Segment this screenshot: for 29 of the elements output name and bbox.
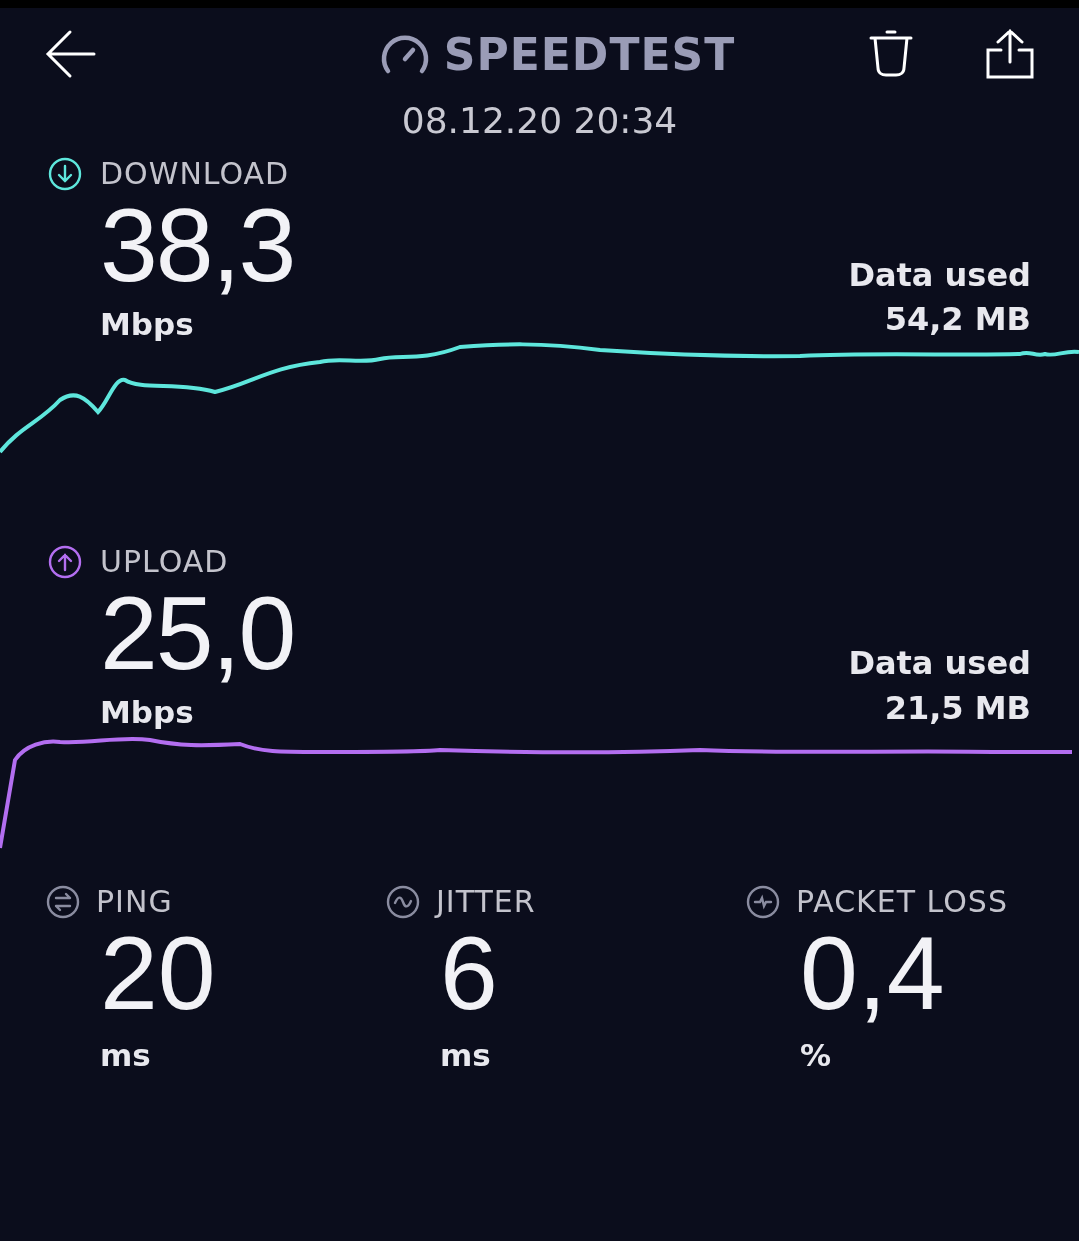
arrows-icon bbox=[46, 884, 80, 919]
speed-value: 25,0 bbox=[100, 579, 295, 689]
metric-value: 6 bbox=[440, 919, 498, 1029]
data-used-label: Data used bbox=[848, 254, 1031, 296]
data-used-value: 21,5 MB bbox=[883, 687, 1031, 729]
wave-icon bbox=[386, 884, 420, 919]
data-used-value: 54,2 MB bbox=[883, 299, 1031, 341]
delete-button[interactable] bbox=[867, 28, 915, 80]
speedometer-icon bbox=[379, 33, 430, 75]
share-button[interactable] bbox=[985, 28, 1035, 80]
metric-label: JITTER bbox=[436, 884, 536, 920]
metric-unit: ms bbox=[99, 1036, 152, 1073]
data-used-label: Data used bbox=[848, 642, 1031, 684]
upload-icon bbox=[48, 544, 82, 579]
metric-label: PACKET LOSS bbox=[796, 884, 1008, 920]
metric-unit: % bbox=[799, 1036, 833, 1073]
metric-label: PING bbox=[96, 884, 173, 920]
metric-value: 20 bbox=[99, 919, 217, 1029]
test-label: UPLOAD bbox=[100, 544, 229, 580]
download-icon bbox=[48, 156, 82, 191]
test-label: DOWNLOAD bbox=[100, 156, 290, 191]
metric-value: 0,4 bbox=[799, 919, 946, 1029]
pulse-icon bbox=[746, 884, 780, 919]
metric-unit: ms bbox=[439, 1036, 492, 1073]
speed-unit: Mbps bbox=[100, 694, 195, 731]
speed-unit: Mbps bbox=[100, 306, 195, 343]
app-title: SPEEDTEST bbox=[443, 28, 736, 80]
speed-value: 38,3 bbox=[100, 191, 295, 301]
test-timestamp: 08.12.20 20:34 bbox=[400, 100, 679, 143]
